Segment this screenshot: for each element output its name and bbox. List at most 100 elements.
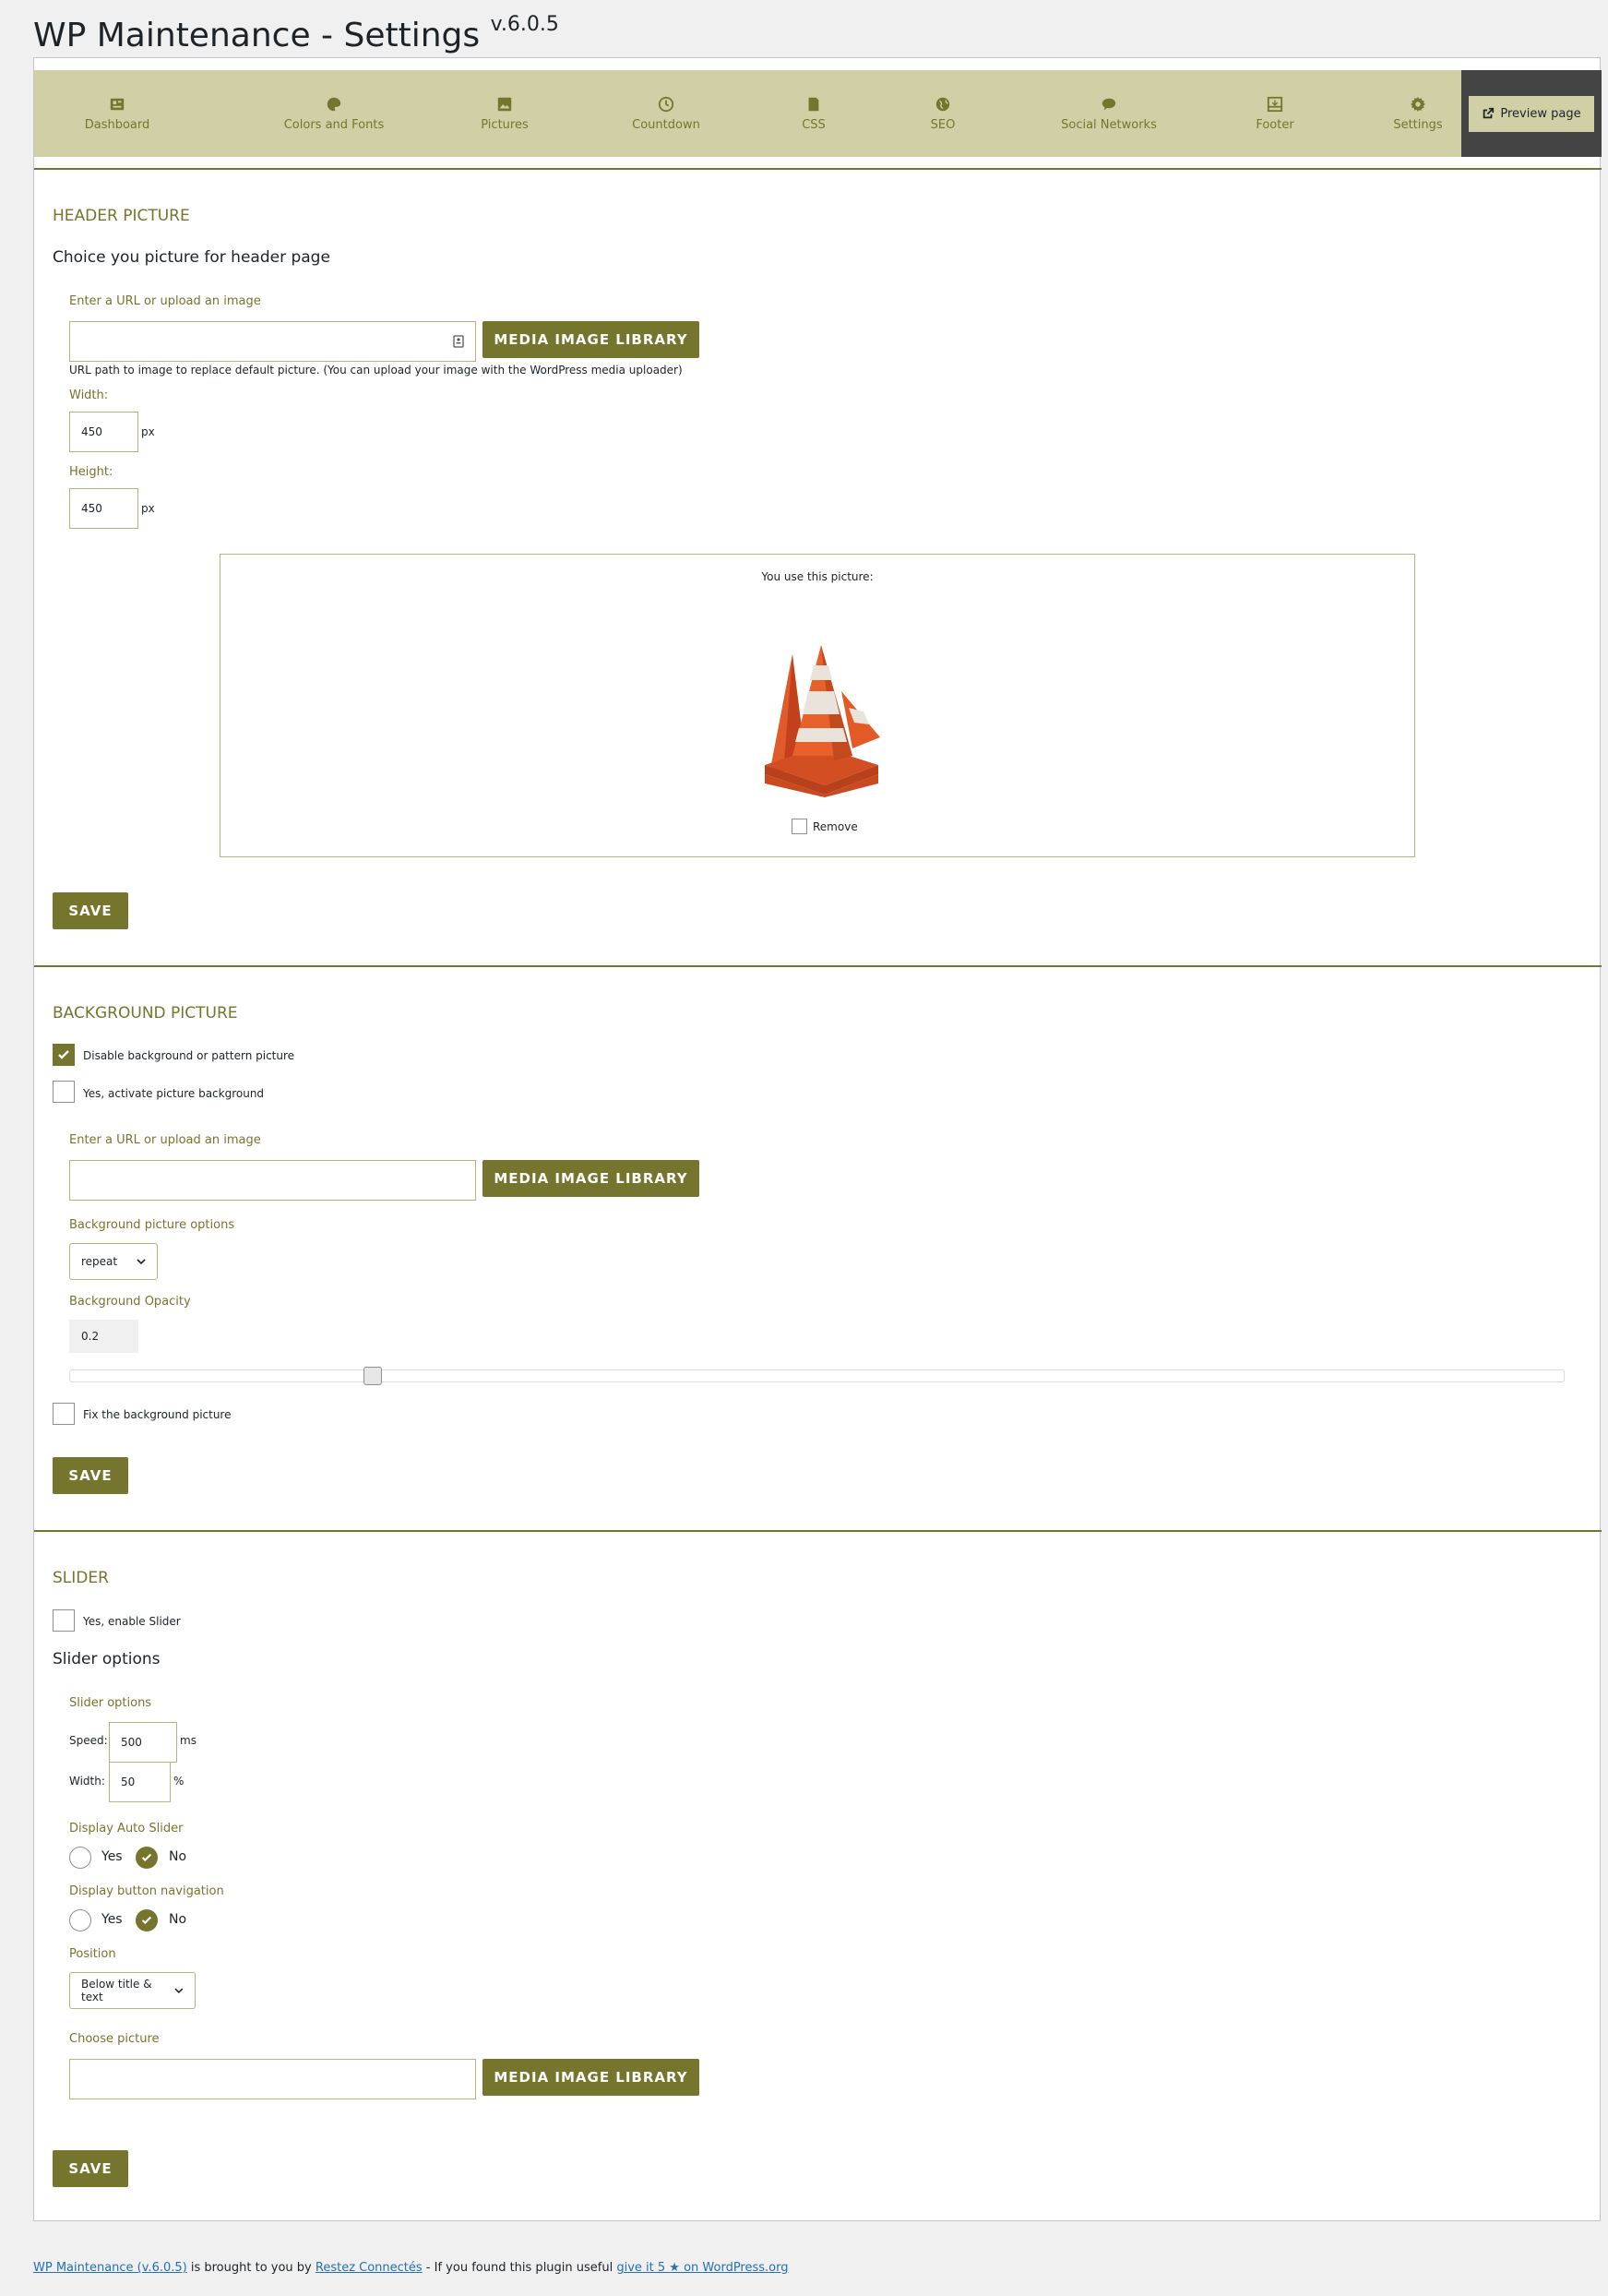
header-width-input[interactable]: 450 xyxy=(69,412,138,452)
divider xyxy=(34,1530,1602,1532)
header-media-library-button[interactable]: MEDIA IMAGE LIBRARY xyxy=(482,321,699,358)
tab-settings[interactable]: Settings xyxy=(1363,70,1473,157)
preview-caption: You use this picture: xyxy=(761,570,874,583)
auto-slider-yes-label: Yes xyxy=(101,1849,123,1864)
preview-label: Preview page xyxy=(1500,106,1581,121)
clock-icon xyxy=(658,96,674,112)
css-icon xyxy=(808,97,819,111)
palette-icon xyxy=(327,97,341,111)
tab-label: Social Networks xyxy=(1061,117,1157,132)
tab-colors-fonts[interactable]: Colors and Fonts xyxy=(246,70,422,157)
version: v.6.0.5 xyxy=(490,13,559,36)
section-title-slider: SLIDER xyxy=(53,1569,109,1587)
choose-picture-label: Choose picture xyxy=(69,2032,160,2046)
activate-background-label: Yes, activate picture background xyxy=(83,1087,265,1100)
opacity-slider-track[interactable] xyxy=(69,1367,1565,1385)
slider-save-button[interactable]: SAVE xyxy=(53,2150,128,2187)
tab-label: Dashboard xyxy=(84,117,150,132)
gear-icon xyxy=(1410,96,1426,112)
tab-countdown[interactable]: Countdown xyxy=(597,70,735,157)
background-opacity-label: Background Opacity xyxy=(69,1295,191,1309)
tab-label: SEO xyxy=(930,117,956,132)
tab-label: Pictures xyxy=(481,117,529,132)
header-save-button[interactable]: SAVE xyxy=(53,892,128,929)
dashboard-icon xyxy=(110,98,125,110)
preview-wrap: Preview page xyxy=(1461,70,1602,157)
tab-social-networks[interactable]: Social Networks xyxy=(1021,70,1197,157)
section-title-header-picture: HEADER PICTURE xyxy=(53,207,190,225)
check-icon xyxy=(141,1853,152,1862)
rate-link[interactable]: give it 5 ★ on WordPress.org xyxy=(616,2261,788,2275)
globe-icon xyxy=(935,97,950,111)
slider-options-title: Slider options xyxy=(53,1650,161,1668)
header-width-label: Width: xyxy=(69,389,109,402)
chat-icon xyxy=(1102,98,1116,110)
tab-label: Footer xyxy=(1256,117,1294,132)
background-save-button[interactable]: SAVE xyxy=(53,1457,128,1494)
background-opacity-value: 0.2 xyxy=(69,1320,138,1353)
opacity-slider-handle[interactable] xyxy=(363,1367,382,1385)
tab-css[interactable]: CSS xyxy=(763,70,864,157)
activate-background-checkbox[interactable] xyxy=(53,1081,75,1103)
disable-background-checkbox[interactable] xyxy=(53,1044,75,1066)
slider-width-unit: % xyxy=(173,1775,185,1788)
background-options-label: Background picture options xyxy=(69,1218,235,1232)
settings-nav: Dashboard Colors and Fonts Pictures Coun… xyxy=(34,70,1602,157)
author-link[interactable]: Restez Connectés xyxy=(316,2261,423,2275)
select-value: Below title & text xyxy=(81,1978,152,2003)
button-navigation-label: Display button navigation xyxy=(69,1884,224,1898)
header-url-label: Enter a URL or upload an image xyxy=(69,294,261,308)
choose-picture-input[interactable] xyxy=(69,2059,476,2099)
auto-slider-label: Display Auto Slider xyxy=(69,1822,184,1836)
button-navigation-yes-label: Yes xyxy=(101,1912,123,1927)
position-label: Position xyxy=(69,1947,116,1961)
header-url-input[interactable] xyxy=(69,321,476,362)
enable-slider-label: Yes, enable Slider xyxy=(83,1615,181,1628)
speed-unit: ms xyxy=(180,1734,197,1747)
footer-text: is brought to you by xyxy=(186,2261,316,2275)
divider xyxy=(34,168,1602,170)
chevron-down-icon xyxy=(174,1988,184,1993)
slider-width-input[interactable]: 50 xyxy=(109,1762,171,1802)
disable-background-label: Disable background or pattern picture xyxy=(83,1049,295,1062)
header-height-unit: px xyxy=(141,502,155,515)
chevron-down-icon xyxy=(137,1259,146,1264)
background-options-select[interactable]: repeat xyxy=(69,1243,158,1280)
button-navigation-yes-radio[interactable] xyxy=(69,1909,91,1931)
plugin-link[interactable]: WP Maintenance (v.6.0.5) xyxy=(33,2261,187,2275)
external-link-icon xyxy=(1483,107,1495,119)
section-title-background-picture: BACKGROUND PICTURE xyxy=(53,1004,238,1022)
tab-label: CSS xyxy=(802,117,826,132)
check-icon xyxy=(141,1916,152,1925)
position-select[interactable]: Below title & text xyxy=(69,1972,196,2009)
header-picture-subtitle: Choice you picture for header page xyxy=(53,248,330,267)
fix-background-label: Fix the background picture xyxy=(83,1408,232,1421)
auto-slider-no-radio[interactable] xyxy=(136,1847,158,1869)
tab-label: Countdown xyxy=(632,117,700,132)
speed-input[interactable]: 500 xyxy=(109,1722,177,1763)
slider-media-library-button[interactable]: MEDIA IMAGE LIBRARY xyxy=(482,2059,699,2096)
tab-footer[interactable]: Footer xyxy=(1206,70,1344,157)
background-url-input[interactable] xyxy=(69,1160,476,1201)
tab-seo[interactable]: SEO xyxy=(892,70,994,157)
preview-page-button[interactable]: Preview page xyxy=(1469,95,1594,132)
auto-slider-yes-radio[interactable] xyxy=(69,1847,91,1869)
pictures-icon xyxy=(497,97,512,111)
remove-checkbox[interactable] xyxy=(792,819,807,834)
slider-options-label: Slider options xyxy=(69,1696,152,1710)
button-navigation-no-label: No xyxy=(169,1912,187,1927)
button-navigation-no-radio[interactable] xyxy=(136,1909,158,1931)
header-height-input[interactable]: 450 xyxy=(69,488,138,529)
fix-background-checkbox[interactable] xyxy=(53,1403,75,1425)
remove-label: Remove xyxy=(813,820,858,833)
check-icon xyxy=(58,1050,69,1059)
admin-footer: WP Maintenance (v.6.0.5) is brought to y… xyxy=(33,2261,789,2275)
traffic-cones-image xyxy=(765,645,880,797)
background-media-library-button[interactable]: MEDIA IMAGE LIBRARY xyxy=(482,1160,699,1197)
enable-slider-checkbox[interactable] xyxy=(53,1609,75,1632)
footer-icon xyxy=(1267,96,1283,112)
tab-pictures[interactable]: Pictures xyxy=(440,70,569,157)
auto-slider-no-label: No xyxy=(169,1849,187,1864)
tab-dashboard[interactable]: Dashboard xyxy=(34,70,200,157)
footer-text: - If you found this plugin useful xyxy=(422,2261,617,2275)
